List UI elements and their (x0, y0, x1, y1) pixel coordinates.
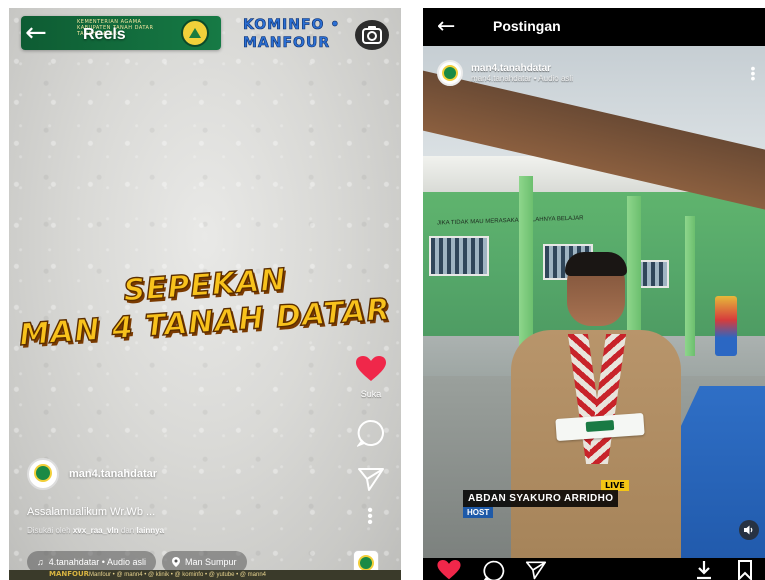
arrow-left-icon[interactable]: ← (437, 14, 455, 39)
post-owner-audio[interactable]: man4.tanahdatar • Audio asli (471, 74, 573, 83)
window (429, 236, 489, 276)
send-icon (358, 468, 384, 491)
like-label: Suka (360, 389, 382, 399)
location-chip-label: Man Sumpur (184, 557, 237, 567)
host-role-tag: HOST (463, 507, 494, 518)
audio-chip-label: 4.tanahdatar • Audio asli (48, 557, 146, 567)
comment-button[interactable] (351, 419, 391, 452)
reels-title: Reels (83, 26, 126, 43)
camera-button[interactable] (355, 20, 389, 50)
bookmark-icon[interactable] (737, 560, 753, 580)
host-person (501, 252, 691, 558)
post-action-bar (423, 558, 765, 580)
post-owner-username[interactable]: man4.tanahdatar (471, 63, 573, 74)
more-options-icon[interactable]: • • • (749, 61, 757, 85)
speaker-icon (744, 525, 753, 535)
liked-by-user[interactable]: xvx_raa_vln (73, 526, 119, 535)
watermark-line2: MANFOUR (243, 35, 331, 52)
heart-icon (356, 356, 386, 381)
reel-owner-row[interactable]: man4.tanahdatar (27, 458, 157, 490)
reel-view[interactable]: KEMENTERIAN AGAMA KABUPATEN TANAH DATAR … (9, 8, 401, 580)
download-icon[interactable] (695, 560, 713, 580)
painted-pillar (715, 296, 737, 356)
volume-button[interactable] (739, 520, 759, 540)
post-view: ← Postingan JIKA TIDAK MAU MERASAKAN LEL… (423, 8, 765, 580)
post-owner-text: man4.tanahdatar man4.tanahdatar • Audio … (471, 63, 573, 83)
music-note-icon: ♫ (37, 557, 44, 567)
liked-by-others[interactable]: lainnya (136, 526, 164, 535)
host-name-tag: ABDAN SYAKURO ARRIDHO (463, 490, 619, 507)
reel-side-actions: Suka (351, 356, 391, 497)
screenshot-stage: KEMENTERIAN AGAMA KABUPATEN TANAH DATAR … (0, 0, 765, 580)
location-pin-icon (171, 557, 180, 567)
share-button[interactable] (351, 466, 391, 497)
owner-username[interactable]: man4.tanahdatar (69, 468, 157, 480)
more-options-icon[interactable]: • • • (365, 503, 375, 531)
host-hair (565, 252, 627, 276)
arrow-left-icon[interactable]: ← (25, 20, 53, 46)
reel-headline: SEPEKAN MAN 4 TANAH DATAR (9, 262, 401, 354)
comment-icon (356, 419, 384, 448)
avatar[interactable] (437, 60, 463, 86)
liked-by-prefix: Disukai oleh (27, 526, 71, 535)
avatar[interactable] (27, 458, 59, 490)
ticker-logo: MANFOUR (49, 570, 90, 578)
send-icon[interactable] (525, 560, 547, 580)
kominfo-watermark: KOMINFO • MANFOUR (243, 17, 341, 52)
like-button[interactable]: Suka (351, 356, 391, 399)
reel-caption[interactable]: Assalamualikum Wr.Wb ... (27, 506, 155, 518)
post-header: ← Postingan (423, 8, 765, 46)
post-video[interactable]: JIKA TIDAK MAU MERASAKAN LELAHNYA BELAJA… (423, 46, 765, 558)
watermark-line1: KOMINFO (243, 17, 325, 34)
camera-icon (362, 26, 382, 44)
liked-by-mid: dan (120, 526, 135, 535)
liked-by-text[interactable]: Disukai oleh xvx_raa_vln dan lainnya (27, 526, 164, 535)
comment-icon[interactable] (483, 560, 505, 580)
heart-icon[interactable] (437, 560, 461, 580)
post-owner-row[interactable]: man4.tanahdatar man4.tanahdatar • Audio … (437, 60, 573, 86)
post-title: Postingan (493, 18, 561, 34)
kemenag-seal-icon (181, 19, 209, 47)
